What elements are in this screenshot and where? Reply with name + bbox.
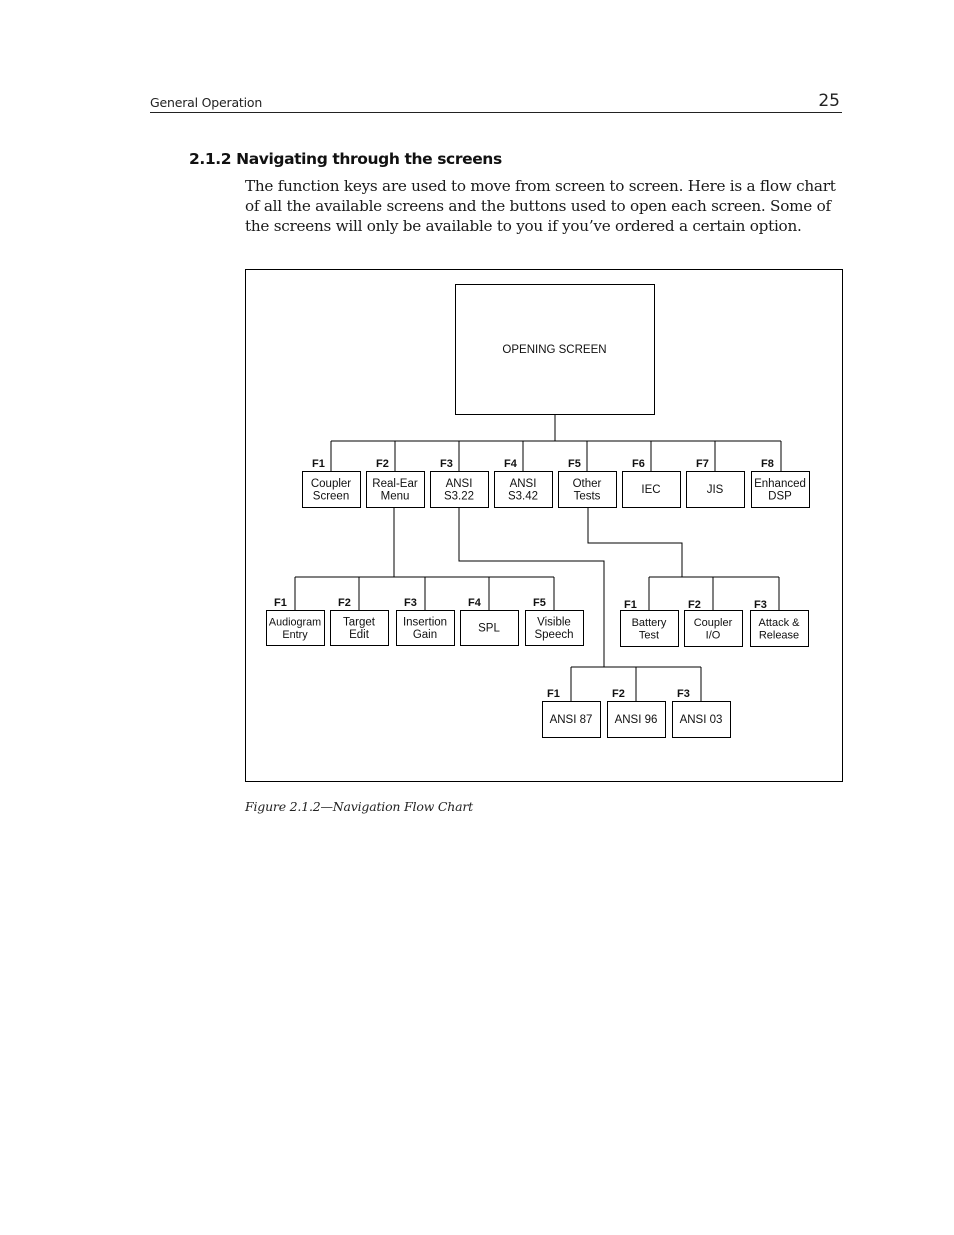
node-ansi-s342: ANSIS3.42 (494, 471, 553, 508)
node-label: Menu (381, 490, 410, 502)
function-key-label: F8 (761, 458, 774, 470)
node-coupler-io: CouplerI/O (684, 610, 743, 647)
node-label: Insertion (403, 616, 447, 628)
node-label: Screen (313, 490, 349, 502)
node-label: Real-Ear (372, 478, 418, 490)
function-key-label: F1 (274, 597, 287, 609)
function-key-label: F7 (696, 458, 709, 470)
figure-caption: Figure 2.1.2—Navigation Flow Chart (245, 799, 473, 814)
function-key-label: F3 (440, 458, 453, 470)
node-spl: SPL (460, 610, 519, 646)
node-label: S3.42 (508, 490, 538, 502)
node-label: Attack & (759, 617, 801, 629)
node-label: ANSI 03 (680, 714, 723, 726)
function-key-label: F3 (754, 599, 767, 611)
node-ansi-s322: ANSIS3.22 (430, 471, 489, 508)
node-label: IEC (641, 484, 660, 496)
node-ansi-87: ANSI 87 (542, 701, 601, 738)
node-battery-test: BatteryTest (620, 610, 679, 647)
node-visible-speech: VisibleSpeech (525, 610, 584, 646)
node-ansi-03: ANSI 03 (672, 701, 731, 738)
function-key-label: F1 (624, 599, 637, 611)
node-other-tests: OtherTests (558, 471, 617, 508)
navigation-flow-chart: OPENING SCREENF1CouplerScreenF2Real-EarM… (266, 284, 810, 738)
function-key-label: F2 (612, 688, 625, 700)
node-label: Coupler (694, 617, 733, 629)
node-enhanced-dsp: EnhancedDSP (751, 471, 810, 508)
function-key-label: F2 (688, 599, 701, 611)
node-coupler-screen: CouplerScreen (302, 471, 361, 508)
node-label: OPENING SCREEN (502, 344, 606, 356)
node-real-ear-menu: Real-EarMenu (366, 471, 425, 508)
node-target-edit: TargetEdit (330, 610, 389, 646)
node-label: Tests (574, 490, 601, 502)
function-key-label: F1 (312, 458, 325, 470)
node-label: SPL (478, 623, 500, 635)
function-key-label: F6 (632, 458, 645, 470)
node-iec: IEC (622, 471, 681, 508)
node-label: ANSI (510, 478, 537, 490)
node-label: Gain (413, 629, 437, 641)
node-label: Coupler (311, 478, 351, 490)
node-label: Enhanced (754, 478, 806, 490)
node-label: Battery (632, 617, 667, 629)
node-label: Speech (534, 629, 573, 641)
node-ansi-96: ANSI 96 (607, 701, 666, 738)
function-key-label: F4 (504, 458, 518, 470)
function-key-label: F2 (338, 597, 351, 609)
node-label: Other (573, 478, 602, 490)
node-label: DSP (768, 490, 792, 502)
other-tests-path (587, 508, 683, 577)
function-key-label: F3 (677, 688, 690, 700)
node-label: Visible (537, 616, 571, 628)
node-label: JIS (707, 484, 724, 496)
node-label: ANSI 96 (615, 714, 658, 726)
node-label: Target (343, 616, 376, 628)
node-audiogram-entry: AudiogramEntry (266, 610, 325, 646)
node-label: ANSI (446, 478, 473, 490)
node-label: Edit (349, 629, 370, 641)
node-label: Entry (282, 629, 308, 641)
node-label: Test (639, 629, 659, 641)
node-label: I/O (706, 629, 721, 641)
function-key-label: F3 (404, 597, 417, 609)
node-label: Release (759, 629, 799, 641)
node-attack-release: Attack &Release (750, 610, 809, 647)
node-insertion-gain: InsertionGain (396, 610, 455, 646)
function-key-label: F1 (547, 688, 560, 700)
function-key-label: F5 (533, 597, 546, 609)
function-key-label: F4 (468, 597, 482, 609)
node-opening: OPENING SCREEN (455, 284, 655, 415)
node-label: S3.22 (444, 490, 474, 502)
function-key-label: F5 (568, 458, 581, 470)
node-label: Audiogram (269, 616, 321, 628)
function-key-label: F2 (376, 458, 389, 470)
node-jis: JIS (686, 471, 745, 508)
node-label: ANSI 87 (550, 714, 593, 726)
